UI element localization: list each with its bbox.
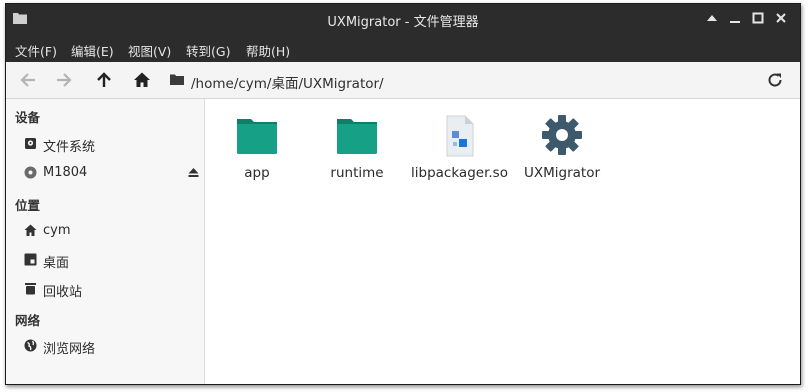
disc-icon xyxy=(24,166,37,179)
sidebar-item-filesystem[interactable]: 文件系统 xyxy=(6,131,204,157)
sidebar-item-browse-network[interactable]: 浏览网络 xyxy=(6,333,204,359)
file-item-uxmigrator[interactable]: UXMigrator xyxy=(514,109,610,189)
menu-help[interactable]: 帮助(H) xyxy=(246,41,290,60)
file-view[interactable]: app runtime libpackager.so UXMigrator xyxy=(205,99,800,384)
folder-icon xyxy=(337,119,377,154)
location-bar[interactable]: /home/cym/桌面/UXMigrator/ xyxy=(164,67,764,93)
window-title: UXMigrator - 文件管理器 xyxy=(327,15,479,30)
sidebar-item-label: cym xyxy=(43,223,71,238)
maximize-button-icon[interactable] xyxy=(752,12,764,24)
devices-header: 设备 xyxy=(15,110,41,125)
file-item-runtime[interactable]: runtime xyxy=(309,109,405,189)
close-button-icon[interactable] xyxy=(775,12,787,24)
sidebar-item-trash[interactable]: 回收站 xyxy=(6,276,204,302)
sidebar-item-label: 回收站 xyxy=(43,285,83,300)
sidebar-item-desktop[interactable]: 桌面 xyxy=(6,247,204,273)
eject-icon[interactable] xyxy=(188,167,199,178)
file-manager-window: UXMigrator - 文件管理器 文件(F) 编辑(E) 视图(V) 转到(… xyxy=(5,3,801,385)
file-item-app[interactable]: app xyxy=(209,109,305,189)
shared-library-icon xyxy=(446,115,474,157)
toolbar: /home/cym/桌面/UXMigrator/ xyxy=(6,62,800,99)
shade-button-icon[interactable] xyxy=(706,12,718,24)
places-header: 位置 xyxy=(15,198,41,213)
menu-file[interactable]: 文件(F) xyxy=(15,41,57,60)
folder-icon xyxy=(237,119,277,154)
folder-small-icon xyxy=(170,74,184,85)
forward-arrow-icon[interactable] xyxy=(55,71,73,89)
menu-bar: 文件(F) 编辑(E) 视图(V) 转到(G) 帮助(H) xyxy=(6,33,800,62)
home-icon xyxy=(24,224,37,236)
reload-icon[interactable] xyxy=(766,71,784,89)
trash-icon xyxy=(25,283,36,295)
minimize-button-icon[interactable] xyxy=(729,12,741,24)
sidebar-item-label: M1804 xyxy=(43,165,88,180)
sidebar-item-label: 文件系统 xyxy=(43,140,96,155)
desktop-icon xyxy=(24,253,37,266)
executable-gear-icon xyxy=(542,115,582,155)
sidebar-item-home[interactable]: cym xyxy=(6,218,204,244)
menu-edit[interactable]: 编辑(E) xyxy=(71,41,114,60)
file-name: runtime xyxy=(330,165,384,181)
globe-icon xyxy=(24,339,37,352)
back-arrow-icon[interactable] xyxy=(19,71,37,89)
menu-view[interactable]: 视图(V) xyxy=(128,41,171,60)
sidebar-item-m1804[interactable]: M1804 xyxy=(6,160,204,186)
title-bar[interactable]: UXMigrator - 文件管理器 xyxy=(6,4,800,33)
location-path[interactable]: /home/cym/桌面/UXMigrator/ xyxy=(191,72,384,92)
sidebar: 设备 文件系统 M1804 位置 cym 桌面 回收站 网络 浏览网络 xyxy=(6,99,205,384)
menu-go[interactable]: 转到(G) xyxy=(186,41,230,60)
network-header: 网络 xyxy=(15,313,41,328)
file-item-libpackager[interactable]: libpackager.so xyxy=(411,109,508,189)
file-name: libpackager.so xyxy=(411,165,508,181)
sidebar-item-label: 浏览网络 xyxy=(43,342,96,357)
file-name: UXMigrator xyxy=(523,165,601,181)
up-arrow-icon[interactable] xyxy=(95,71,113,89)
home-button-icon[interactable] xyxy=(133,71,151,89)
sidebar-item-label: 桌面 xyxy=(43,256,70,271)
file-name: app xyxy=(244,165,270,181)
drive-icon xyxy=(25,138,36,149)
